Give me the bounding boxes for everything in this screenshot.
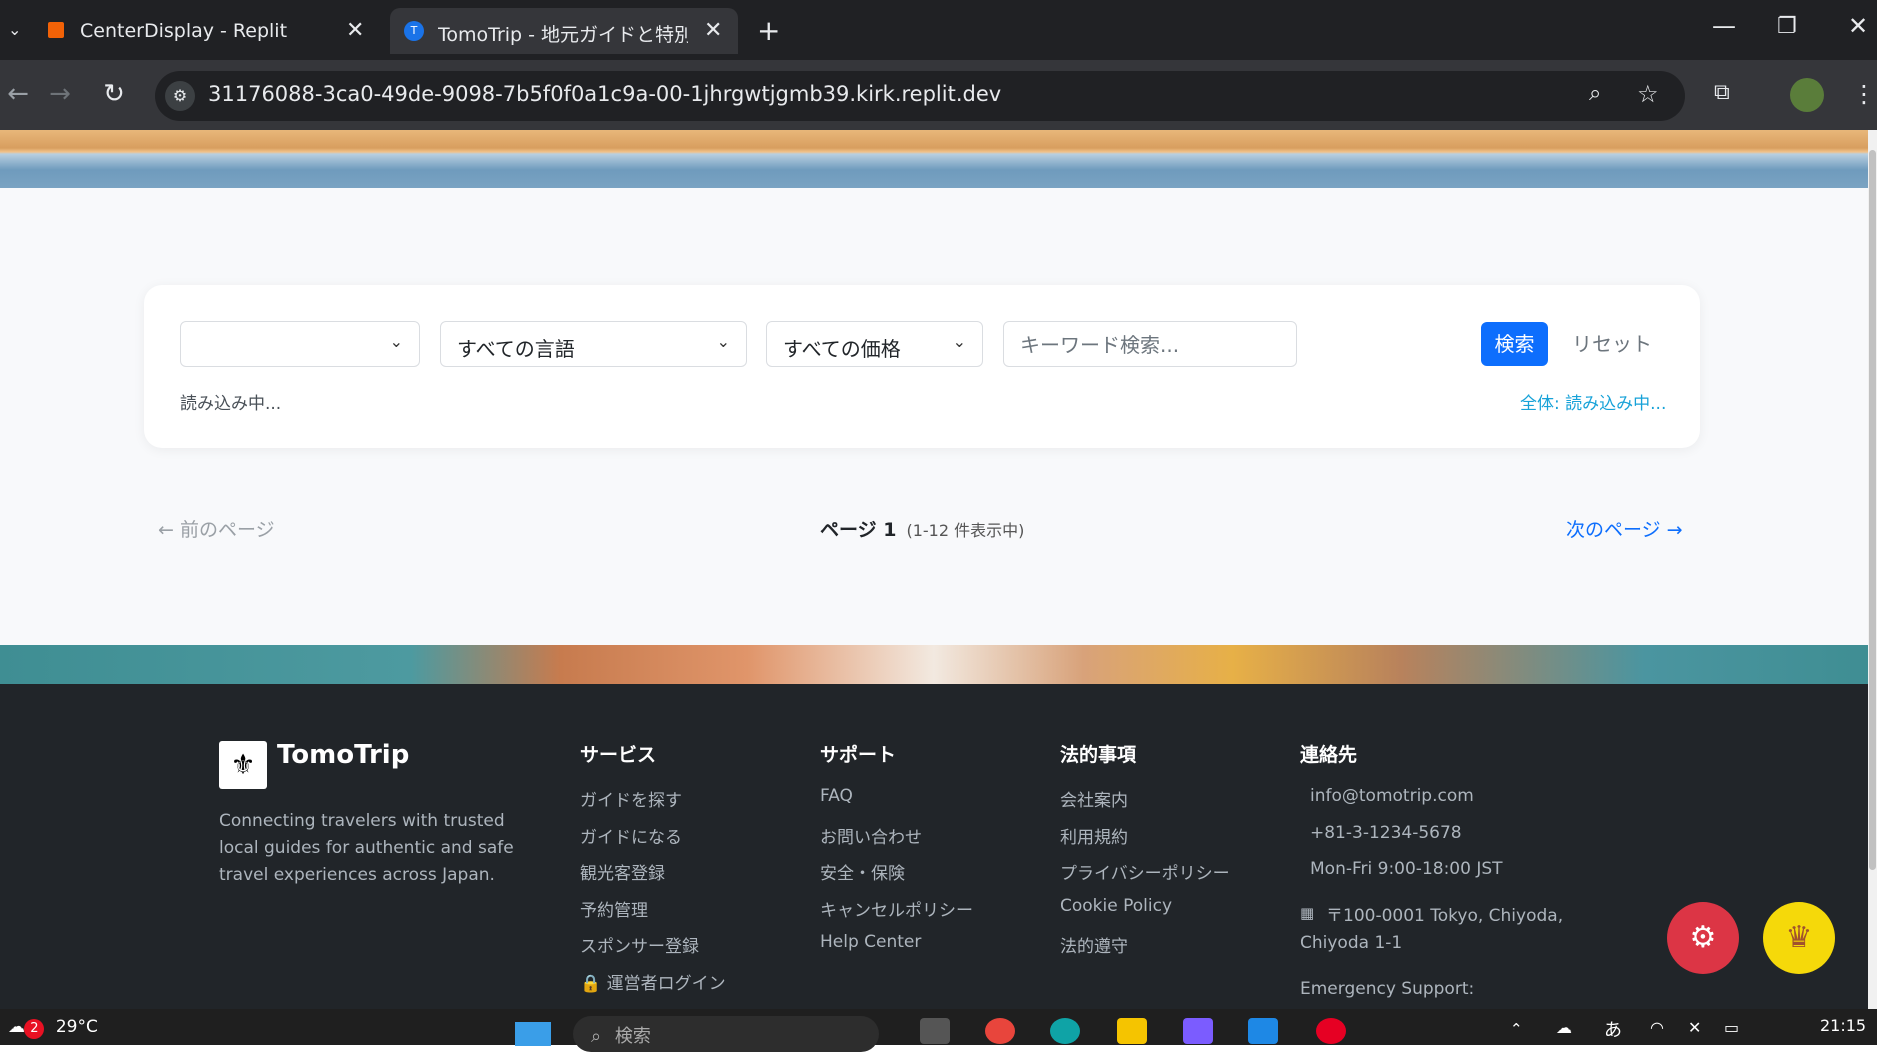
footer-link-bookings[interactable]: 予約管理	[580, 896, 648, 921]
footer-link-become-guide[interactable]: ガイドになる	[580, 823, 682, 848]
extensions-icon[interactable]: ⧉	[1714, 80, 1730, 105]
replit-favicon-icon	[48, 22, 64, 38]
browser-tab-replit[interactable]: ⌄ CenterDisplay - Replit ✕	[0, 8, 390, 54]
minimize-icon[interactable]: —	[1712, 12, 1736, 40]
window-close-icon[interactable]: ✕	[1848, 12, 1868, 40]
footer-emergency-label: Emergency Support:	[1300, 979, 1475, 999]
volume-muted-icon[interactable]: ✕	[1688, 1018, 1701, 1037]
tab-title: CenterDisplay - Replit	[80, 20, 288, 42]
chevron-down-icon: ⌄	[716, 332, 730, 351]
profile-avatar[interactable]	[1790, 78, 1824, 112]
footer-link-safety[interactable]: 安全・保険	[820, 859, 905, 884]
footer-contact-hours: Mon-Fri 9:00-18:00 JST	[1310, 859, 1503, 879]
weather-widget[interactable]: ☁ 2 29°C	[8, 1017, 98, 1039]
trophy-fab[interactable]: ♛	[1763, 902, 1835, 974]
taskbar-search-placeholder: 検索	[614, 1026, 651, 1047]
total-count: 全体: 読み込み中...	[1520, 394, 1667, 414]
keyword-search-input[interactable]	[1020, 333, 1300, 357]
reload-icon[interactable]: ↻	[96, 76, 132, 112]
site-settings-icon[interactable]: ⚙	[165, 81, 195, 111]
language-select[interactable]: すべての言語 ⌄	[440, 321, 747, 367]
notification-badge: 2	[24, 1019, 45, 1039]
search-button[interactable]: 検索	[1481, 322, 1548, 366]
chevron-down-icon: ⌄	[389, 332, 403, 351]
todo-icon[interactable]	[1248, 1018, 1278, 1044]
taskbar-search[interactable]: ⌕ 検索	[573, 1016, 879, 1052]
footer-link-company[interactable]: 会社案内	[1060, 786, 1128, 811]
gear-icon: ⚙	[1689, 920, 1717, 955]
file-explorer-icon[interactable]	[1117, 1018, 1147, 1044]
scrollbar-thumb[interactable]	[1869, 150, 1876, 870]
footer-link-tourist-register[interactable]: 観光客登録	[580, 859, 665, 884]
prev-page-link[interactable]: ← 前のページ	[158, 515, 275, 542]
cloud-icon: ☁	[8, 1017, 25, 1037]
close-tab-icon[interactable]: ✕	[346, 18, 364, 43]
wifi-icon[interactable]: ◠	[1650, 1018, 1664, 1037]
footer-link-terms[interactable]: 利用規約	[1060, 823, 1128, 848]
restore-icon[interactable]: ❐	[1777, 14, 1797, 39]
onedrive-icon[interactable]: ☁	[1556, 1018, 1572, 1037]
footer-heading-legal: 法的事項	[1060, 744, 1137, 766]
page-number: ページ 1	[820, 519, 897, 541]
next-page-link[interactable]: 次のページ →	[1566, 515, 1683, 542]
page-range: (1-12 件表示中)	[906, 521, 1025, 540]
footer-link-sponsor[interactable]: スポンサー登録	[580, 932, 699, 957]
taskbar-clock[interactable]: 21:15	[1820, 1016, 1866, 1035]
footer-link-faq[interactable]: FAQ	[820, 786, 853, 806]
zoom-icon[interactable]: ⌕	[1589, 81, 1601, 106]
footer-link-contact[interactable]: お問い合わせ	[820, 823, 922, 848]
footer-banner-image	[0, 645, 1868, 684]
tray-chevron-icon[interactable]: ⌃	[1510, 1020, 1523, 1038]
temperature: 29°C	[55, 1017, 98, 1037]
footer-link-cookie[interactable]: Cookie Policy	[1060, 896, 1172, 916]
loading-status: 読み込み中...	[180, 394, 282, 414]
search-icon: ⌕	[591, 1026, 602, 1047]
copilot-icon[interactable]	[1183, 1018, 1213, 1044]
chrome-icon[interactable]	[985, 1018, 1015, 1044]
footer-contact-email[interactable]: info@tomotrip.com	[1310, 786, 1474, 806]
price-select[interactable]: すべての価格 ⌄	[766, 321, 983, 367]
footer-heading-contact: 連絡先	[1300, 744, 1358, 766]
page-indicator: ページ 1 (1-12 件表示中)	[820, 515, 1024, 542]
tab-title: TomoTrip - 地元ガイドと特別な旅	[438, 24, 688, 46]
tomotrip-logo-icon: ⚜	[219, 741, 267, 789]
footer-link-find-guide[interactable]: ガイドを探す	[580, 786, 682, 811]
language-select-value: すべての言語	[457, 337, 575, 361]
windows-start-icon[interactable]	[515, 1022, 551, 1046]
forward-icon[interactable]: →	[42, 76, 78, 112]
hero-image-bottom	[0, 130, 1868, 188]
region-select[interactable]: ⌄	[180, 321, 420, 367]
new-tab-icon[interactable]: +	[757, 14, 780, 47]
battery-icon[interactable]: ▭	[1724, 1018, 1739, 1037]
keyword-search-field[interactable]	[1003, 321, 1300, 367]
footer-tagline: Connecting travelers with trusted local …	[219, 811, 514, 885]
reset-button[interactable]: リセット	[1572, 322, 1652, 366]
footer-contact-phone[interactable]: +81-3-1234-5678	[1310, 823, 1462, 843]
footer-contact-address: 〒100-0001 Tokyo, Chiyoda, Chiyoda 1-1	[1300, 906, 1564, 953]
back-icon[interactable]: ←	[0, 76, 36, 112]
task-view-icon[interactable]	[920, 1018, 950, 1044]
menu-kebab-icon[interactable]: ⋮	[1852, 80, 1876, 108]
edge-icon[interactable]	[1050, 1018, 1080, 1044]
bookmark-star-icon[interactable]: ☆	[1637, 80, 1659, 108]
url-text[interactable]: 31176088-3ca0-49de-9098-7b5f0f0a1c9a-00-…	[208, 82, 1001, 106]
footer-link-compliance[interactable]: 法的遵守	[1060, 932, 1128, 957]
tomotrip-favicon-icon: T	[404, 21, 424, 41]
footer-link-cancel-policy[interactable]: キャンセルポリシー	[820, 896, 973, 921]
tab-scroll-icon[interactable]: ⌄	[8, 20, 21, 39]
footer-link-privacy[interactable]: プライバシーポリシー	[1060, 859, 1230, 884]
price-select-value: すべての価格	[783, 337, 901, 361]
close-tab-icon[interactable]: ✕	[704, 18, 722, 43]
pinterest-icon[interactable]	[1316, 1018, 1346, 1044]
trophy-icon: ♛	[1785, 920, 1813, 955]
browser-tab-tomotrip[interactable]: T TomoTrip - 地元ガイドと特別な旅 ✕	[390, 8, 738, 54]
footer-heading-services: サービス	[580, 744, 657, 766]
footer-heading-support: サポート	[820, 744, 897, 766]
chevron-down-icon: ⌄	[952, 332, 966, 351]
settings-fab[interactable]: ⚙	[1667, 902, 1739, 974]
footer-link-operator-login[interactable]: 🔒 運営者ログイン	[580, 969, 726, 994]
footer-brand: TomoTrip	[277, 740, 410, 770]
ime-icon[interactable]: あ	[1604, 1016, 1622, 1042]
footer-link-help-center[interactable]: Help Center	[820, 932, 921, 952]
